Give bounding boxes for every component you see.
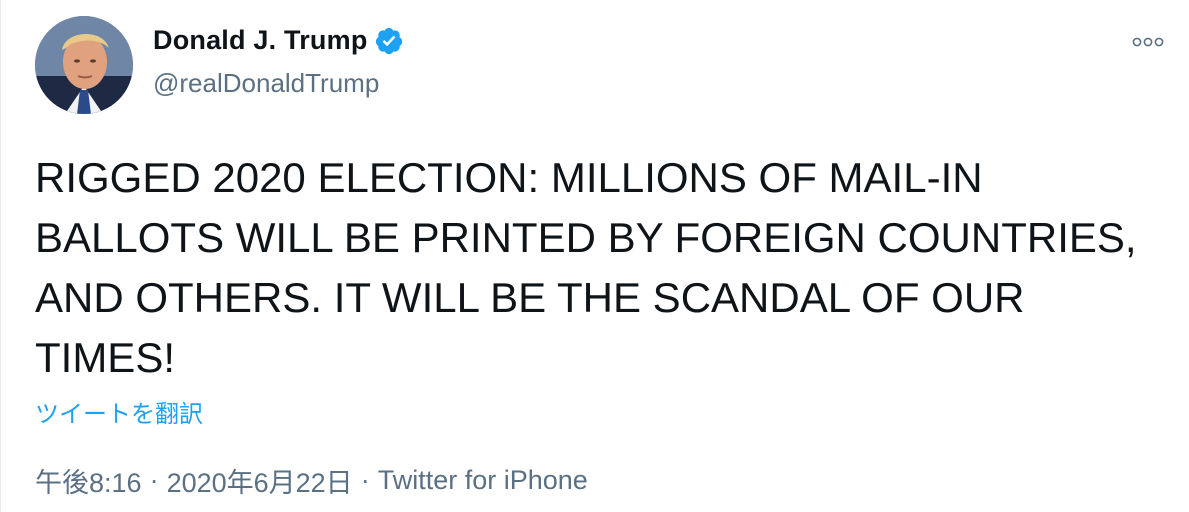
translate-tweet-link[interactable]: ツイートを翻訳 — [35, 394, 203, 429]
author-name[interactable]: Donald J. Trump — [153, 25, 368, 56]
tweet-time[interactable]: 午後8:16 — [35, 461, 142, 500]
tweet-text: RIGGED 2020 ELECTION: MILLIONS OF MAIL-I… — [35, 154, 1137, 381]
tweet-meta: 午後8:16 · 2020年6月22日 · Twitter for iPhone — [35, 461, 588, 500]
author-row: Donald J. Trump — [153, 25, 404, 56]
tweet-source[interactable]: Twitter for iPhone — [378, 465, 588, 496]
more-options-button[interactable] — [1128, 28, 1168, 56]
avatar[interactable] — [35, 16, 133, 114]
avatar-image — [35, 16, 133, 114]
tweet-card: Donald J. Trump @realDonaldTrump RIGGED … — [0, 0, 1189, 512]
verified-badge-icon — [375, 27, 402, 54]
meta-separator: · — [360, 465, 370, 495]
tweet-date[interactable]: 2020年6月22日 — [167, 461, 353, 500]
more-options-icon — [1132, 37, 1164, 47]
author-handle[interactable]: @realDonaldTrump — [153, 68, 379, 99]
meta-separator: · — [149, 465, 159, 495]
